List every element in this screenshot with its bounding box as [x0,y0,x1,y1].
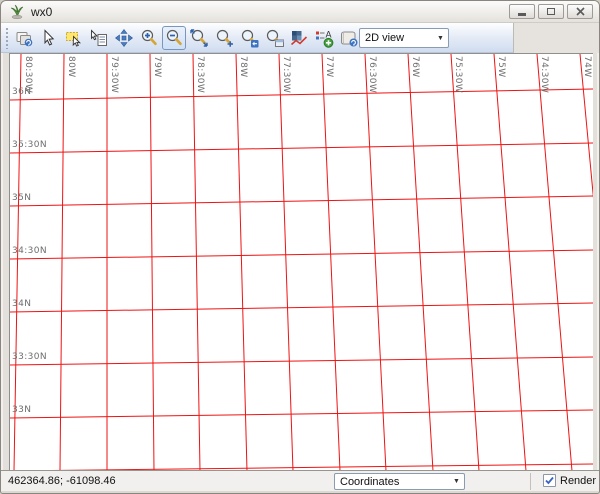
close-icon [576,7,585,16]
analyze-map-icon [289,28,309,48]
meridian-line [322,54,340,470]
pointer-button[interactable] [37,26,61,50]
statusbar: 462364.86; -61098.46 Coordinates ▼ Rende… [1,470,600,491]
close-button[interactable] [567,4,593,19]
zoom-options-icon [264,28,284,48]
add-overlay-icon: A [314,28,334,48]
statusbar-separator [530,473,531,490]
longitude-label: 78:30W [195,56,205,93]
latitude-label: 34:30N [12,246,47,256]
display-map-icon [14,28,34,48]
longitude-label: 79:30W [109,56,119,93]
statusbar-mode-value: Coordinates [335,476,449,488]
meridian-line [150,54,154,470]
query-icon [89,28,109,48]
checkmark-icon [544,475,555,486]
longitude-label: 75:30W [453,56,463,93]
analyze-map-button[interactable] [287,26,311,50]
zoom-back-icon [239,28,259,48]
minimize-icon [518,13,526,16]
meridian-line [451,54,479,470]
toolbar-grip[interactable] [5,27,9,49]
pan-icon [114,28,134,48]
meridian-line [193,54,200,470]
maximize-icon [547,8,555,15]
parallel-line [10,143,593,153]
parallel-line [10,410,593,418]
parallel-line [10,250,593,259]
meridian-line [537,54,572,470]
longitude-label: 75W [496,56,506,78]
toolbar: A 2D view ▼ [1,23,600,53]
parallel-line [10,357,593,365]
maximize-button[interactable] [538,4,564,19]
zoom-in-icon [139,28,159,48]
latitude-label: 33:30N [12,352,47,362]
grass-app-icon [9,4,25,20]
add-overlay-button[interactable]: A [312,26,336,50]
meridian-line [408,54,433,470]
latitude-label: 35N [12,193,31,203]
render-toggle[interactable]: Render [543,474,596,487]
longitude-label: 74W [582,56,592,78]
longitude-label: 79W [152,56,162,78]
render-checkbox[interactable] [543,474,556,487]
zoom-back-button[interactable] [237,26,261,50]
display-map-button[interactable] [12,26,36,50]
longitude-label: 76:30W [367,56,377,93]
longitude-label: 74:30W [539,56,549,93]
longitude-label: 77W [324,56,334,78]
meridian-line [365,54,386,470]
latitude-label: 34N [12,299,31,309]
latitude-label: 36N [12,87,31,97]
parallel-line [10,89,593,100]
meridian-line [494,54,526,470]
map-canvas[interactable]: 80:30W80W79:30W79W78:30W78W77:30W77W76:3… [9,53,593,470]
meridian-line [236,54,247,470]
chevron-down-icon: ▼ [449,474,464,489]
statusbar-mode-dropdown[interactable]: Coordinates ▼ [334,473,465,490]
longitude-label: 77:30W [281,56,291,93]
coordinate-readout: 462364.86; -61098.46 [8,475,116,487]
pointer-icon [39,28,59,48]
meridian-line [580,54,593,470]
parallel-line [10,303,593,312]
zoom-region-button[interactable] [212,26,236,50]
chevron-down-icon: ▼ [433,29,448,47]
select-features-icon [64,28,84,48]
longitude-label: 78W [238,56,248,78]
select-features-button[interactable] [62,26,86,50]
view-mode-dropdown[interactable]: 2D view ▼ [359,28,449,48]
meridian-line [60,54,64,470]
zoom-out-icon [164,28,184,48]
view-mode-value: 2D view [360,32,433,44]
longitude-label: 80W [66,56,76,78]
render-checkbox-label: Render [560,475,596,487]
graticule-layer [10,54,593,470]
longitude-label: 76W [410,56,420,78]
titlebar[interactable]: wx0 [1,1,600,23]
minimize-button[interactable] [509,4,535,19]
zoom-options-button[interactable] [262,26,286,50]
zoom-out-button[interactable] [162,26,186,50]
zoom-extent-button[interactable] [187,26,211,50]
window-title: wx0 [31,5,52,19]
window-controls [509,4,593,19]
zoom-extent-icon [189,28,209,48]
map-display-window: wx0 A 2D view ▼ 80:30W80W79:30W79W78:30W… [0,0,600,494]
save-display-icon [339,28,359,48]
save-display-button[interactable] [337,26,361,50]
latitude-label: 35:30N [12,140,47,150]
latitude-label: 33N [12,405,31,415]
query-button[interactable] [87,26,111,50]
zoom-in-button[interactable] [137,26,161,50]
pan-button[interactable] [112,26,136,50]
zoom-region-icon [214,28,234,48]
toolbar-tail-panel [513,23,600,53]
meridian-line [279,54,293,470]
